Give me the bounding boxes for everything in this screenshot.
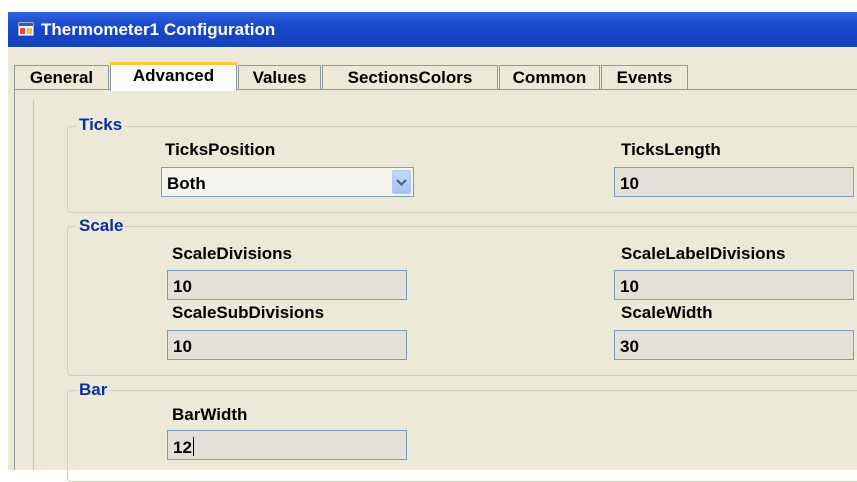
bar-width-value: 12 <box>173 438 192 457</box>
ticks-length-input[interactable]: 10 <box>614 167 854 197</box>
title-bar[interactable]: Thermometer1 Configuration <box>8 12 857 47</box>
ticks-position-dropdown[interactable]: Both <box>161 167 414 197</box>
tab-values[interactable]: Values <box>238 65 321 89</box>
ticks-group-legend: Ticks <box>77 115 125 135</box>
configuration-window: Thermometer1 Configuration General Advan… <box>0 0 857 482</box>
ticks-length-label: TicksLength <box>621 140 721 159</box>
text-cursor <box>192 437 194 456</box>
tab-label: SectionsColors <box>347 68 473 87</box>
bar-group-legend: Bar <box>77 380 110 400</box>
scale-width-label: ScaleWidth <box>621 303 713 322</box>
tab-label: General <box>29 68 94 87</box>
scale-label-divisions-input[interactable]: 10 <box>614 270 854 300</box>
tab-label: Events <box>616 68 673 87</box>
bar-width-label: BarWidth <box>172 405 248 424</box>
app-window-icon <box>18 22 34 36</box>
scale-divisions-input[interactable]: 10 <box>167 270 407 300</box>
bar-width-input[interactable]: 12 <box>167 430 407 460</box>
tab-advanced[interactable]: Advanced <box>110 62 237 91</box>
ticks-position-value: Both <box>167 174 206 193</box>
scale-sub-divisions-input[interactable]: 10 <box>167 330 407 360</box>
scale-sub-divisions-label: ScaleSubDivisions <box>172 303 325 322</box>
tab-events[interactable]: Events <box>601 65 688 89</box>
tab-label: Values <box>252 68 307 87</box>
tab-sectionscolors[interactable]: SectionsColors <box>322 65 498 89</box>
ticks-position-label: TicksPosition <box>165 140 276 159</box>
tab-common[interactable]: Common <box>499 65 600 89</box>
scale-divisions-label: ScaleDivisions <box>172 244 293 263</box>
chevron-down-icon <box>396 179 407 187</box>
scale-group-legend: Scale <box>77 216 126 236</box>
scale-width-input[interactable]: 30 <box>614 330 854 360</box>
tab-general[interactable]: General <box>14 65 109 89</box>
window-title: Thermometer1 Configuration <box>41 20 276 39</box>
tab-label: Advanced <box>132 66 215 85</box>
scale-label-divisions-label: ScaleLabelDivisions <box>621 244 786 263</box>
tab-label: Common <box>512 68 587 87</box>
dropdown-button[interactable] <box>392 170 411 194</box>
